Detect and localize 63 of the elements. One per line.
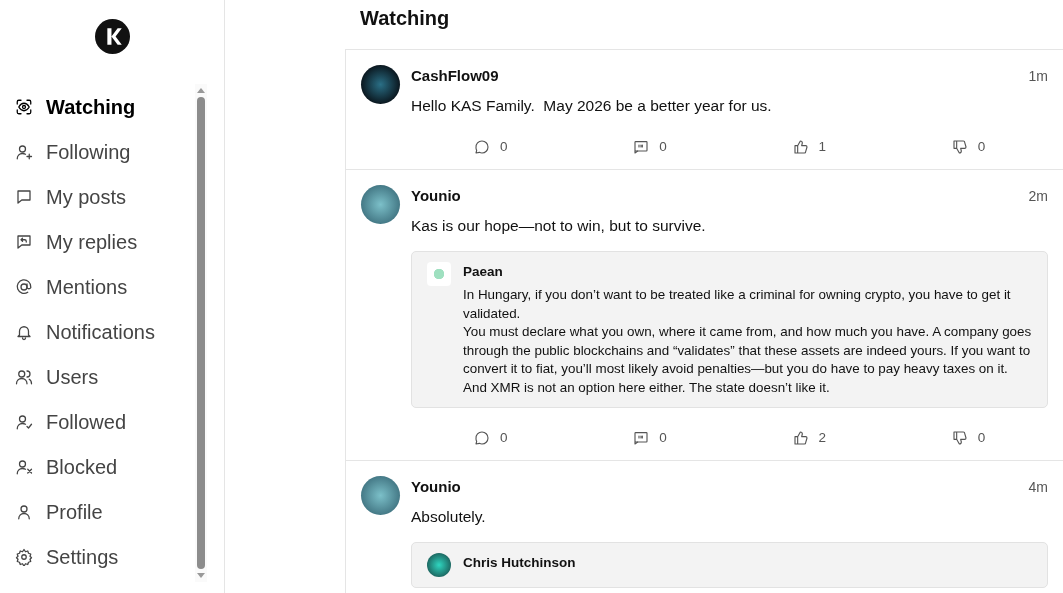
settings-icon xyxy=(15,547,33,566)
sidebar-item[interactable]: Settings xyxy=(0,534,195,579)
scroll-down-arrow-icon[interactable] xyxy=(197,573,205,578)
sidebar-item[interactable]: My replies xyxy=(0,219,195,264)
quoted-text: In Hungary, if you don’t want to be treated like a criminal for owning crypto, you have to get it validated. xyxy=(463,286,1012,323)
post-time: 2m xyxy=(1028,187,1048,206)
user-icon xyxy=(15,502,33,521)
avatar xyxy=(361,476,400,516)
dislike-button[interactable]: 0 xyxy=(951,136,986,157)
comment-button[interactable]: 0 xyxy=(474,428,508,449)
user-cross-icon xyxy=(15,457,33,476)
at-sign-icon xyxy=(15,277,33,296)
chat-bubble-icon xyxy=(15,187,33,206)
like-button[interactable]: 2 xyxy=(792,428,826,449)
quote-button[interactable]: 0 xyxy=(633,428,667,449)
sidebar-item[interactable]: Following xyxy=(0,129,195,174)
dislike-button[interactable]: 0 xyxy=(951,428,986,449)
users-icon xyxy=(15,367,33,386)
reply-icon xyxy=(15,232,33,251)
add-user-icon xyxy=(15,142,33,161)
avatar xyxy=(427,261,451,286)
quote-button[interactable]: 0 xyxy=(633,136,667,157)
post-time: 1m xyxy=(1028,67,1048,86)
quoted-post-card[interactable]: Chris Hutchinson xyxy=(411,542,1048,589)
sidebar-item[interactable]: Blocked xyxy=(0,444,195,489)
post-time: 4m xyxy=(1028,478,1048,498)
sidebar-item[interactable]: Users xyxy=(0,354,195,399)
eye-icon xyxy=(15,97,33,116)
comment-icon xyxy=(474,430,490,447)
quoted-post-card[interactable] xyxy=(411,250,1048,408)
quoted-text: And XMR is not an option here either. The state doesn’t like it. xyxy=(463,378,831,397)
sidebar-item[interactable]: Followed xyxy=(0,399,195,444)
page-title: Watching xyxy=(359,6,451,31)
quoted-text: You must declare what you own, where it came from, and how much you have. A company goes through the public blockchains and “validates” that these assets are indeed yours. If you want to convert it to fiat, you’ll most likely avoid penalties—but you do have to pay heavy taxes on it. xyxy=(463,323,1033,378)
quote-icon xyxy=(633,430,650,447)
avatar xyxy=(427,553,451,577)
sidebar-item[interactable]: My posts xyxy=(0,174,195,219)
thumbs-up-icon xyxy=(792,138,809,155)
scrollbar[interactable] xyxy=(195,84,207,582)
author-name[interactable]: Younio xyxy=(411,476,461,499)
like-button[interactable]: 1 xyxy=(792,136,826,157)
author-name[interactable]: Chris Hutchinson xyxy=(463,553,1035,574)
thumbs-down-icon xyxy=(951,138,968,155)
sidebar-item[interactable]: Watching xyxy=(0,84,195,129)
author-name[interactable]: Paean xyxy=(463,261,1035,282)
author-name[interactable]: Younio xyxy=(411,185,461,208)
post-text: Kas is our hope—not to win, but to survive. xyxy=(411,215,707,236)
comment-icon xyxy=(474,138,490,155)
logo-icon[interactable] xyxy=(94,19,130,54)
avatar xyxy=(361,65,400,104)
thumbs-down-icon xyxy=(951,430,968,447)
sidebar-item[interactable]: Mentions xyxy=(0,264,195,309)
sidebar-item[interactable]: Notifications xyxy=(0,309,195,354)
avatar xyxy=(361,185,400,224)
post-text: Hello KAS Family. May 2026 be a better year for us. xyxy=(411,95,773,116)
post-text: Absolutely. xyxy=(411,506,487,527)
sidebar-item[interactable]: Profile xyxy=(0,489,195,534)
thumbs-up-icon xyxy=(792,430,809,447)
comment-button[interactable]: 0 xyxy=(474,136,508,157)
author-name[interactable]: CashFlow09 xyxy=(411,65,499,88)
scroll-up-arrow-icon[interactable] xyxy=(197,88,205,93)
user-check-icon xyxy=(15,412,33,431)
quote-icon xyxy=(633,138,650,155)
